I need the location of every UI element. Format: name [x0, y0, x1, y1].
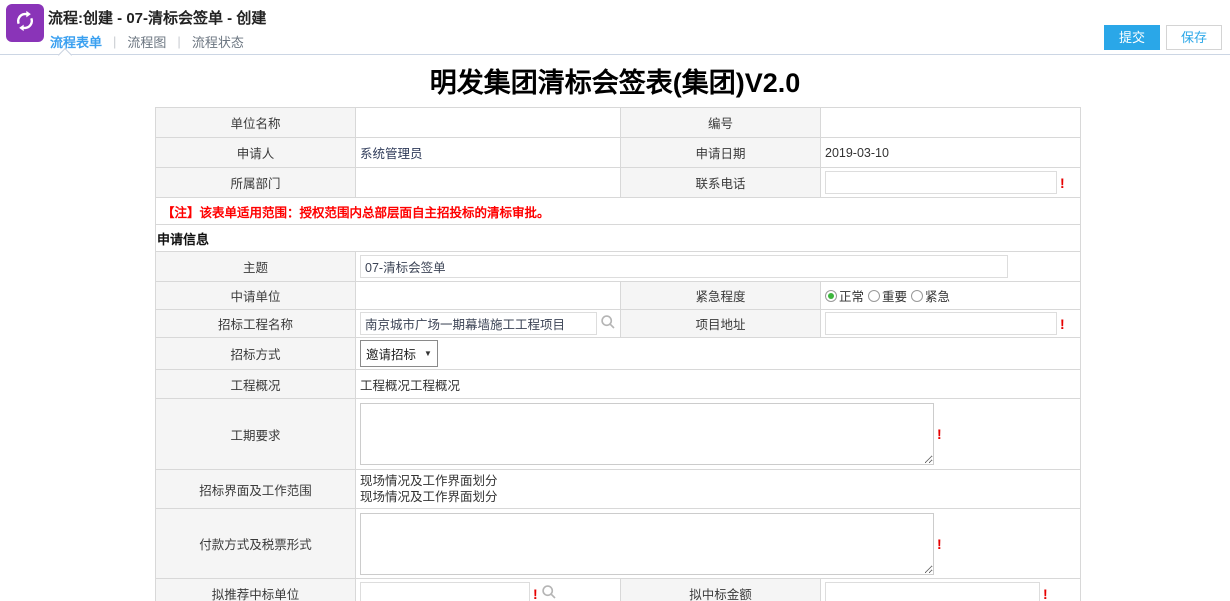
radio-selected-icon[interactable] — [825, 290, 837, 302]
tab-separator: | — [113, 34, 116, 49]
scope-note: 【注】该表单适用范围：授权范围内总部层面自主招投标的清标审批。 — [156, 198, 1081, 225]
proposed-winner-label: 拟推荐中标单位 — [156, 579, 356, 601]
proposed-amount-label: 拟中标金额 — [621, 579, 821, 601]
required-mark: ! — [1060, 176, 1065, 190]
urgency-option-normal[interactable]: 正常 — [825, 286, 864, 305]
section-header-application-info: 申请信息 — [156, 225, 1081, 252]
tender-scope-line: 现场情况及工作界面划分 — [360, 473, 1076, 489]
table-row: 中请单位 紧急程度 正常 重要 紧急 — [156, 282, 1081, 310]
table-row: 工程概况 工程概况工程概况 — [156, 370, 1081, 399]
serial-no-value — [821, 108, 1081, 138]
tab-process-status[interactable]: 流程状态 — [190, 32, 246, 51]
table-row: 【注】该表单适用范围：授权范围内总部层面自主招投标的清标审批。 — [156, 198, 1081, 225]
proposed-winner-input[interactable] — [360, 582, 530, 601]
required-mark: ! — [937, 537, 942, 551]
workflow-logo — [6, 4, 44, 42]
radio-icon[interactable] — [911, 290, 923, 302]
tender-method-select[interactable]: 邀请招标 ▼ — [360, 340, 438, 367]
table-row: 所属部门 联系电话 ! — [156, 168, 1081, 198]
tender-method-label: 招标方式 — [156, 338, 356, 370]
table-row: 申请人 系统管理员 申请日期 2019-03-10 — [156, 138, 1081, 168]
header-bar: 流程:创建 - 07-清标会签单 - 创建 流程表单 | 流程图 | 流程状态 … — [0, 0, 1230, 55]
table-row: 申请信息 — [156, 225, 1081, 252]
tender-scope-line: 现场情况及工作界面划分 — [360, 489, 1076, 505]
apply-date-value: 2019-03-10 — [821, 138, 1081, 168]
table-row: 主题 — [156, 252, 1081, 282]
selected-option-label: 邀请招标 — [366, 344, 416, 363]
sync-arrows-icon — [12, 8, 38, 39]
radio-label: 正常 — [839, 286, 864, 305]
project-address-label: 项目地址 — [621, 310, 821, 338]
project-overview-value: 工程概况工程概况 — [356, 370, 1081, 399]
project-overview-label: 工程概况 — [156, 370, 356, 399]
tab-process-diagram[interactable]: 流程图 — [125, 32, 168, 51]
subject-input[interactable] — [360, 255, 1008, 278]
radio-label: 紧急 — [925, 286, 950, 305]
required-mark: ! — [1060, 317, 1065, 331]
table-row: 招标界面及工作范围 现场情况及工作界面划分 现场情况及工作界面划分 — [156, 470, 1081, 509]
tender-scope-value: 现场情况及工作界面划分 现场情况及工作界面划分 — [360, 472, 1076, 506]
required-mark: ! — [533, 587, 538, 601]
tender-project-name-label: 招标工程名称 — [156, 310, 356, 338]
table-row: 单位名称 编号 — [156, 108, 1081, 138]
applicant-label: 申请人 — [156, 138, 356, 168]
payment-method-textarea[interactable] — [360, 513, 934, 575]
urgency-radio-group: 正常 重要 紧急 — [825, 286, 1076, 305]
table-row: 拟推荐中标单位 ! 拟中标金额 ! — [156, 579, 1081, 601]
unit-name-value — [356, 108, 621, 138]
serial-no-label: 编号 — [621, 108, 821, 138]
chevron-down-icon: ▼ — [424, 349, 432, 358]
contact-phone-input[interactable] — [825, 171, 1057, 194]
magnifier-icon[interactable] — [600, 314, 616, 333]
contact-phone-label: 联系电话 — [621, 168, 821, 198]
save-button[interactable]: 保存 — [1166, 25, 1222, 50]
magnifier-icon[interactable] — [541, 584, 557, 601]
sign-off-form-table: 单位名称 编号 申请人 系统管理员 申请日期 2019-03-10 所属部门 联… — [155, 107, 1081, 601]
table-row: 招标工程名称 项目地址 ! — [156, 310, 1081, 338]
unit-name-label: 单位名称 — [156, 108, 356, 138]
table-row: 招标方式 邀请招标 ▼ — [156, 338, 1081, 370]
tab-separator: | — [177, 34, 180, 49]
subject-label: 主题 — [156, 252, 356, 282]
department-label: 所属部门 — [156, 168, 356, 198]
urgency-label: 紧急程度 — [621, 282, 821, 310]
page-title: 流程:创建 - 07-清标会签单 - 创建 — [48, 7, 266, 28]
urgency-option-urgent[interactable]: 紧急 — [911, 286, 950, 305]
required-mark: ! — [1043, 587, 1048, 601]
payment-method-label: 付款方式及税票形式 — [156, 509, 356, 579]
tab-bar: 流程表单 | 流程图 | 流程状态 — [48, 32, 246, 51]
duration-requirement-textarea[interactable] — [360, 403, 934, 465]
apply-unit-value — [356, 282, 621, 310]
header-actions: 提交 保存 — [1104, 25, 1222, 50]
duration-requirement-label: 工期要求 — [156, 399, 356, 470]
tender-project-name-input[interactable] — [360, 312, 597, 335]
project-address-input[interactable] — [825, 312, 1057, 335]
urgency-option-important[interactable]: 重要 — [868, 286, 907, 305]
applicant-value: 系统管理员 — [356, 138, 621, 168]
form-title: 明发集团清标会签表(集团)V2.0 — [0, 55, 1230, 107]
required-mark: ! — [937, 427, 942, 441]
table-row: 付款方式及税票形式 ! — [156, 509, 1081, 579]
radio-label: 重要 — [882, 286, 907, 305]
apply-unit-label: 中请单位 — [156, 282, 356, 310]
apply-date-label: 申请日期 — [621, 138, 821, 168]
submit-button[interactable]: 提交 — [1104, 25, 1160, 50]
tab-process-form[interactable]: 流程表单 — [48, 32, 104, 51]
table-row: 工期要求 ! — [156, 399, 1081, 470]
proposed-amount-input[interactable] — [825, 582, 1040, 601]
department-value — [356, 168, 621, 198]
radio-icon[interactable] — [868, 290, 880, 302]
tender-scope-label: 招标界面及工作范围 — [156, 470, 356, 509]
